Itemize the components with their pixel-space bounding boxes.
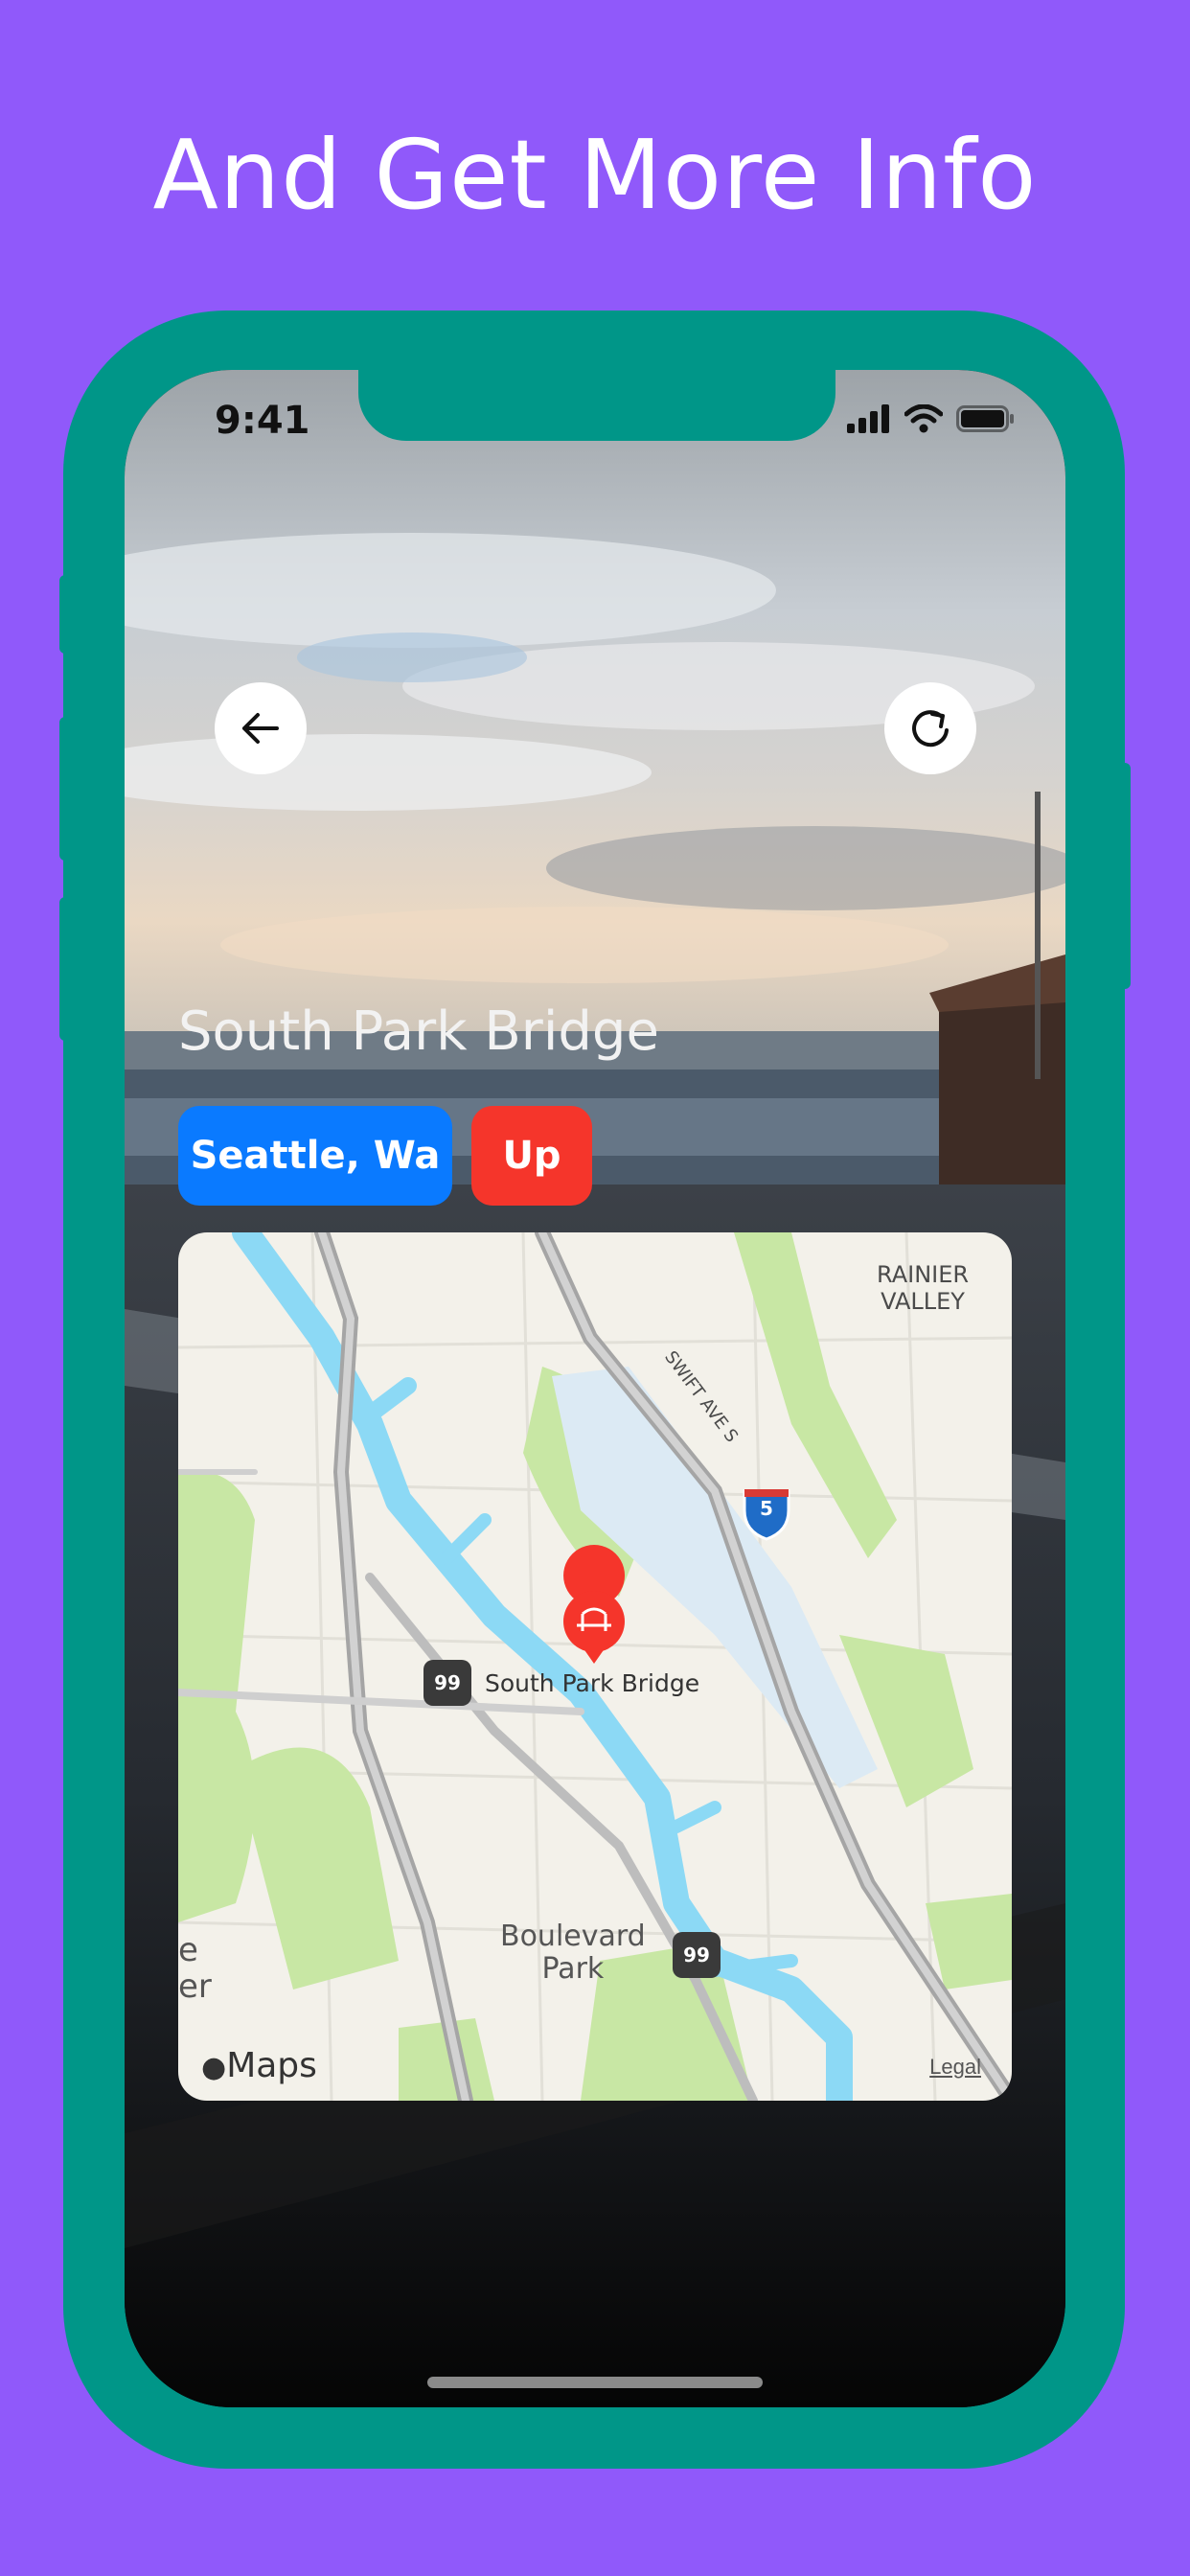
- arrow-left-icon: [242, 713, 279, 744]
- notch: [358, 370, 835, 441]
- phone-mute-switch: [59, 575, 73, 654]
- wifi-icon: [904, 404, 943, 433]
- map-view[interactable]: RAINIER VALLEY SWIFT AVE S 99 99 5 South …: [178, 1232, 1012, 2101]
- apple-logo-icon: ●: [201, 2051, 227, 2084]
- route-shield-99-north: 99: [434, 1671, 461, 1694]
- back-button[interactable]: [215, 682, 307, 774]
- phone-volume-down: [59, 897, 73, 1041]
- refresh-button[interactable]: [884, 682, 976, 774]
- map-area-label-rainier: RAINIER VALLEY: [877, 1261, 970, 1315]
- phone-power-button: [1117, 763, 1131, 989]
- bridge-name: South Park Bridge: [178, 1000, 659, 1063]
- phone-volume-up: [59, 717, 73, 861]
- status-icons: [847, 404, 1016, 433]
- cellular-signal-icon: [847, 404, 889, 433]
- map-area-label-boulevard-park: Boulevard Park: [500, 1920, 646, 1986]
- location-badge[interactable]: Seattle, Wa: [178, 1106, 452, 1206]
- refresh-icon: [912, 710, 949, 748]
- battery-icon: [956, 405, 1014, 432]
- map-pin-label[interactable]: South Park Bridge: [485, 1669, 699, 1697]
- legal-link[interactable]: Legal: [929, 2055, 981, 2080]
- headline: And Get More Info: [152, 119, 1038, 231]
- status-time: 9:41: [215, 399, 310, 443]
- route-shield-5: 5: [760, 1497, 773, 1520]
- bridge-status-badge: Up: [471, 1106, 592, 1206]
- maps-brand: ●Maps: [201, 2046, 317, 2085]
- phone-screen: 9:41 South Park Bridge Seattle, Wa Up RA…: [125, 370, 1065, 2407]
- route-shield-99-south: 99: [683, 1944, 710, 1966]
- home-indicator[interactable]: [427, 2377, 763, 2388]
- map-area-label-edge: e er: [178, 1931, 212, 2006]
